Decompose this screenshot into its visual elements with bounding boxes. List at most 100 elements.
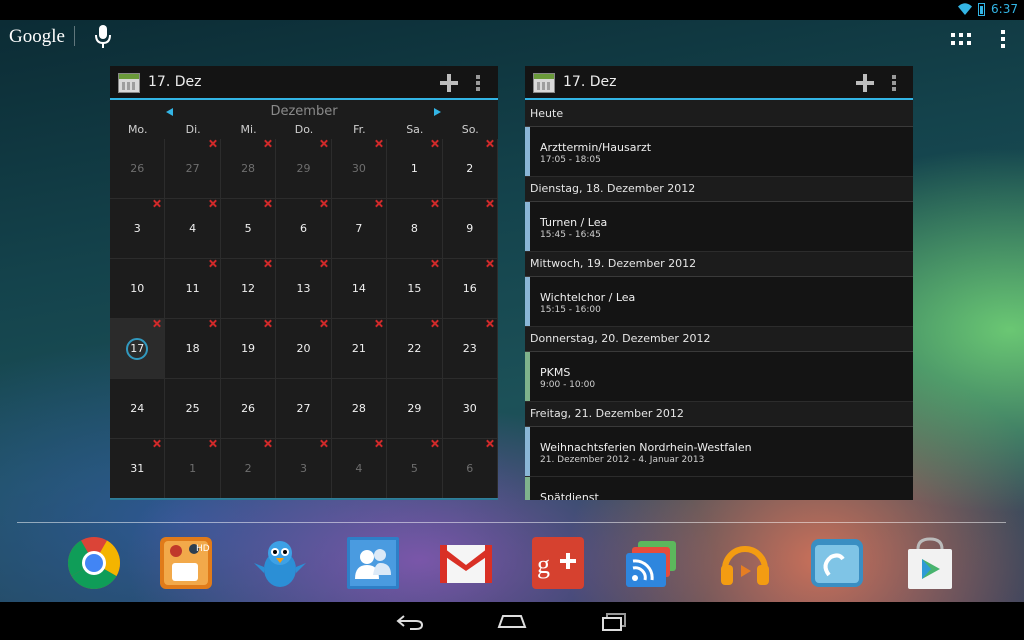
day-number: 12 <box>241 282 256 295</box>
home-icon[interactable] <box>497 614 527 628</box>
day-cell[interactable]: 27 <box>276 379 332 439</box>
day-number: 7 <box>355 222 363 235</box>
microphone-icon[interactable] <box>95 25 111 49</box>
day-cell[interactable]: 5 <box>387 439 443 499</box>
event-marker-icon <box>320 140 327 147</box>
day-cell[interactable]: 15 <box>387 259 443 319</box>
day-cell[interactable]: 23 <box>442 319 498 379</box>
calendar-app-icon[interactable] <box>118 73 140 93</box>
day-cell[interactable]: 2 <box>442 139 498 199</box>
event-color-bar <box>525 477 530 500</box>
day-number: 10 <box>130 282 145 295</box>
day-cell[interactable]: 12 <box>220 259 277 319</box>
day-cell[interactable]: 31 <box>110 439 166 499</box>
gmail-icon[interactable] <box>438 535 494 591</box>
day-cell[interactable]: 1 <box>387 139 443 199</box>
rss-reader-icon[interactable] <box>624 535 680 591</box>
day-number: 2 <box>244 462 252 475</box>
day-cell[interactable]: 14 <box>331 259 388 319</box>
day-cell[interactable]: 20 <box>276 319 332 379</box>
event-marker-icon <box>320 440 327 447</box>
agenda-event[interactable]: Weihnachtsferien Nordrhein-Westfalen 21. … <box>525 427 913 477</box>
back-icon[interactable] <box>396 614 424 630</box>
event-marker-icon <box>153 320 160 327</box>
agenda-day-header: Mittwoch, 19. Dezember 2012 <box>525 252 913 277</box>
day-cell[interactable]: 29 <box>387 379 443 439</box>
day-number: 11 <box>185 282 200 295</box>
day-number: 18 <box>185 342 200 355</box>
contacts-icon[interactable] <box>345 535 401 591</box>
day-cell[interactable]: 29 <box>276 139 332 199</box>
day-cell[interactable]: 28 <box>220 139 277 199</box>
widget-date[interactable]: 17. Dez <box>148 74 201 90</box>
weekday-label: Do. <box>294 123 314 136</box>
agenda-event[interactable]: Arzttermin/Hausarzt 17:05 - 18:05 <box>525 127 913 177</box>
day-number: 26 <box>241 402 256 415</box>
agenda-event[interactable]: Spätdienst <box>525 477 913 500</box>
day-cell[interactable]: 6 <box>276 199 332 259</box>
calendar-app-icon[interactable] <box>533 73 555 93</box>
day-cell[interactable]: 13 <box>276 259 332 319</box>
weekday-label: Di. <box>185 123 201 136</box>
day-cell[interactable]: 26 <box>220 379 277 439</box>
day-cell[interactable]: 4 <box>331 439 388 499</box>
agenda-event[interactable]: Turnen / Lea 15:45 - 16:45 <box>525 202 913 252</box>
event-marker-icon <box>153 200 160 207</box>
day-cell[interactable]: 18 <box>165 319 221 379</box>
day-cell[interactable]: 10 <box>110 259 166 319</box>
agenda-event[interactable]: PKMS 9:00 - 10:00 <box>525 352 913 402</box>
agenda-event[interactable]: Wichtelchor / Lea 15:15 - 16:00 <box>525 277 913 327</box>
day-cell[interactable]: 21 <box>331 319 388 379</box>
day-cell[interactable]: 7 <box>331 199 388 259</box>
day-cell[interactable]: 4 <box>165 199 221 259</box>
day-cell[interactable]: 28 <box>331 379 388 439</box>
event-marker-icon <box>209 140 216 147</box>
google-plus-icon[interactable]: g <box>530 535 586 591</box>
add-event-icon[interactable] <box>856 74 874 92</box>
day-cell[interactable]: 27 <box>165 139 221 199</box>
day-cell[interactable]: 16 <box>442 259 498 319</box>
day-cell[interactable]: 22 <box>387 319 443 379</box>
day-cell[interactable]: 2 <box>220 439 277 499</box>
day-cell[interactable]: 26 <box>110 139 166 199</box>
day-cell[interactable]: 25 <box>165 379 221 439</box>
day-number: 15 <box>407 282 422 295</box>
day-number: 31 <box>130 462 145 475</box>
play-music-icon[interactable] <box>717 535 773 591</box>
day-cell[interactable]: 8 <box>387 199 443 259</box>
day-cell[interactable]: 24 <box>110 379 166 439</box>
event-title: Turnen / Lea <box>540 216 608 229</box>
event-color-bar <box>525 277 530 326</box>
add-event-icon[interactable] <box>440 74 458 92</box>
month-grid: 26 27 28 29 30 1 2 3 4 5 6 7 8 9 10 11 12 13 14 15 16 17 18 19 2… <box>110 139 498 499</box>
day-cell[interactable]: 3 <box>110 199 166 259</box>
day-cell[interactable]: 6 <box>442 439 498 499</box>
day-cell[interactable]: 3 <box>276 439 332 499</box>
widget-date[interactable]: 17. Dez <box>563 74 616 90</box>
day-cell[interactable]: 1 <box>165 439 221 499</box>
day-cell[interactable]: 9 <box>442 199 498 259</box>
overflow-menu-icon[interactable] <box>1001 30 1005 48</box>
recent-apps-icon[interactable] <box>601 613 627 631</box>
day-cell[interactable]: 30 <box>442 379 498 439</box>
day-number: 16 <box>462 282 477 295</box>
tweetcaster-icon[interactable] <box>252 535 308 591</box>
day-cell[interactable]: 30 <box>331 139 388 199</box>
all-apps-icon[interactable] <box>951 33 971 47</box>
day-cell-today[interactable]: 17 <box>110 319 166 379</box>
games-app-icon[interactable]: HD <box>158 535 214 591</box>
next-month-icon[interactable] <box>434 108 441 116</box>
day-number: 4 <box>355 462 363 475</box>
chrome-icon[interactable] <box>66 535 122 591</box>
day-cell[interactable]: 19 <box>220 319 277 379</box>
play-store-icon[interactable] <box>902 535 958 591</box>
file-manager-icon[interactable] <box>809 535 865 591</box>
weekday-label: Sa. <box>406 123 424 136</box>
widget-menu-icon[interactable] <box>476 75 480 91</box>
day-number: 1 <box>410 162 418 175</box>
day-cell[interactable]: 5 <box>220 199 277 259</box>
wifi-icon <box>958 3 973 15</box>
day-cell[interactable]: 11 <box>165 259 221 319</box>
widget-menu-icon[interactable] <box>892 75 896 91</box>
google-search-logo[interactable]: Google <box>9 26 65 48</box>
